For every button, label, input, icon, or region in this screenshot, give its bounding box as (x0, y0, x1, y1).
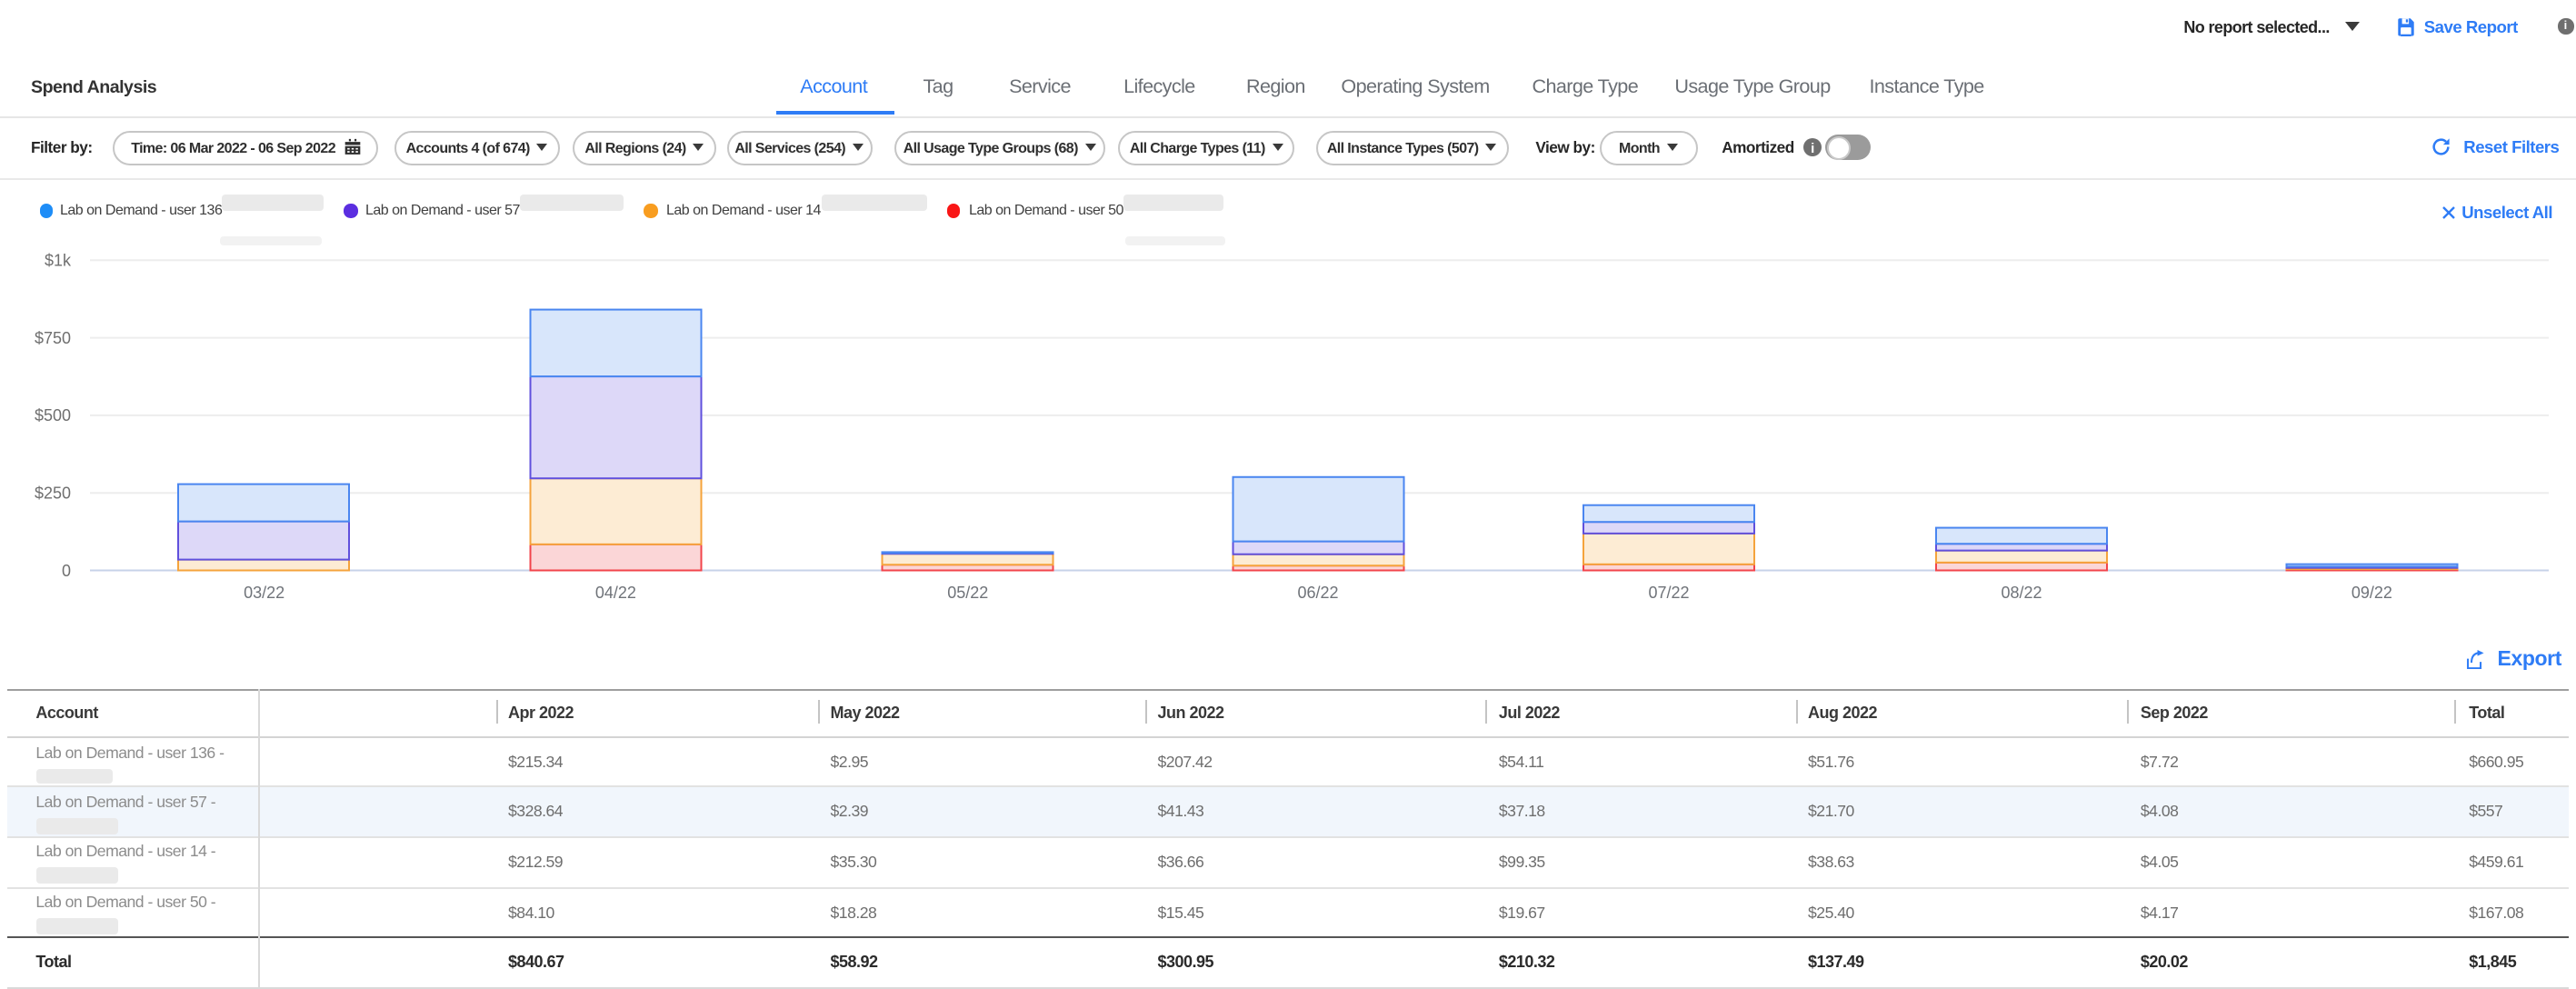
svg-text:04/22: 04/22 (595, 584, 636, 602)
svg-text:07/22: 07/22 (1648, 584, 1689, 602)
svg-text:05/22: 05/22 (947, 584, 988, 602)
svg-text:$750: $750 (35, 329, 71, 347)
svg-text:$500: $500 (35, 406, 71, 425)
svg-text:$250: $250 (35, 484, 71, 502)
svg-text:0: 0 (62, 562, 71, 580)
svg-text:$1k: $1k (45, 252, 72, 270)
svg-text:03/22: 03/22 (244, 584, 285, 602)
svg-text:09/22: 09/22 (2351, 584, 2392, 602)
svg-text:08/22: 08/22 (2001, 584, 2042, 602)
svg-text:06/22: 06/22 (1297, 584, 1338, 602)
